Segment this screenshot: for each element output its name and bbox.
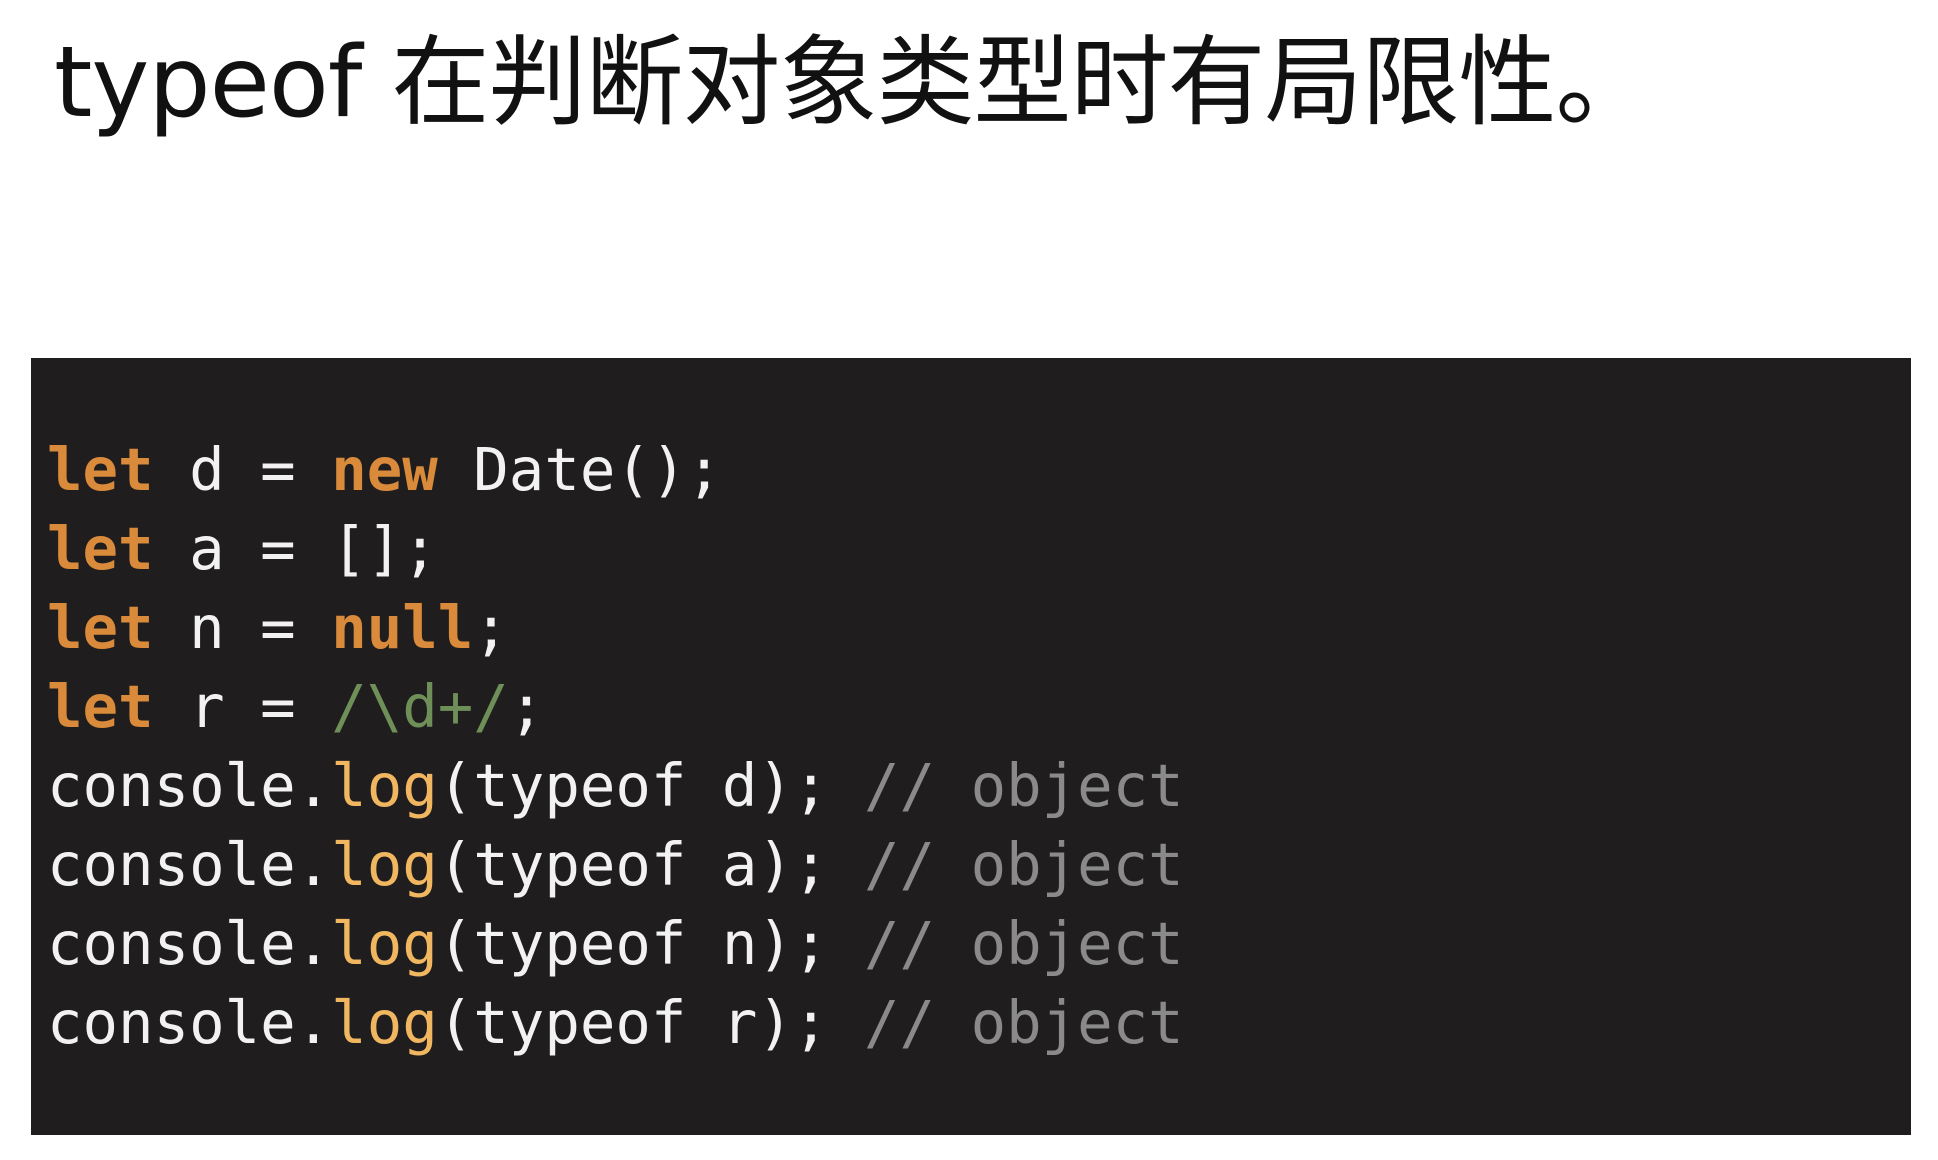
slide-title: typeof 在判断对象类型时有局限性。	[54, 26, 1654, 140]
code-comment: // object	[864, 909, 1184, 978]
code-line: let n = null;	[47, 588, 1184, 667]
keyword: null	[331, 593, 474, 662]
code-text: a = [];	[153, 514, 438, 583]
code-text: d =	[153, 435, 332, 504]
keyword: let	[47, 435, 154, 504]
code-line: let d = new Date();	[47, 430, 1184, 509]
code-line: console.log(typeof a); // object	[47, 825, 1184, 904]
keyword: let	[47, 672, 154, 741]
code-text: ;	[473, 593, 509, 662]
code-text: Date();	[437, 435, 722, 504]
function-name: log	[331, 830, 438, 899]
function-name: log	[331, 751, 438, 820]
code-line: console.log(typeof r); // object	[47, 983, 1184, 1062]
code-line: console.log(typeof d); // object	[47, 746, 1184, 825]
code-comment: // object	[864, 830, 1184, 899]
keyword: new	[331, 435, 438, 504]
keyword: let	[47, 514, 154, 583]
code-text: n =	[153, 593, 332, 662]
code-comment: // object	[864, 988, 1184, 1057]
function-name: log	[331, 909, 438, 978]
code-line: let r = /\d+/;	[47, 667, 1184, 746]
regex-literal: /\d+/	[331, 672, 509, 741]
code-text: console.	[47, 751, 332, 820]
code-line: console.log(typeof n); // object	[47, 904, 1184, 983]
code-text: (typeof a);	[437, 830, 865, 899]
code-text: (typeof r);	[437, 988, 865, 1057]
function-name: log	[331, 988, 438, 1057]
code-text: r =	[153, 672, 332, 741]
code-text: console.	[47, 909, 332, 978]
code-content: let d = new Date(); let a = []; let n = …	[47, 430, 1184, 1062]
code-text: ;	[508, 672, 545, 741]
code-text: console.	[47, 830, 332, 899]
code-line: let a = [];	[47, 509, 1184, 588]
code-text: (typeof d);	[437, 751, 865, 820]
code-block: let d = new Date(); let a = []; let n = …	[31, 358, 1911, 1135]
code-comment: // object	[864, 751, 1184, 820]
keyword: let	[47, 593, 154, 662]
code-text: console.	[47, 988, 332, 1057]
code-text: (typeof n);	[437, 909, 865, 978]
